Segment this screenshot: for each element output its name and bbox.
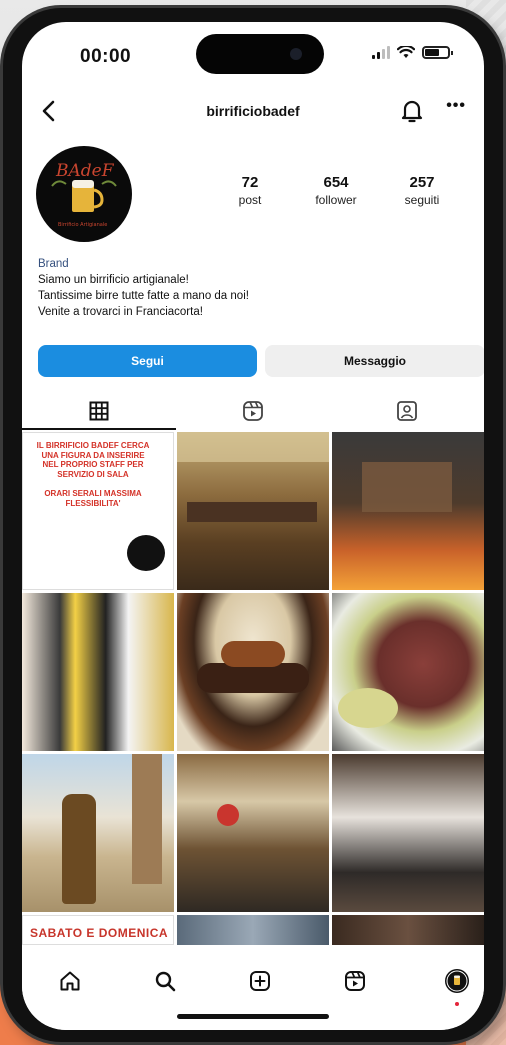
post-tile[interactable] <box>177 915 329 945</box>
profile-avatar[interactable]: BAdeF Birrificio Artigianale <box>36 146 132 242</box>
stat-following-value: 257 <box>409 174 435 191</box>
bio-line: Siamo un birrificio artigianale! <box>38 274 189 286</box>
signal-icon <box>372 46 390 59</box>
profile-bio: Brand Siamo un birrificio artigianale! T… <box>38 256 249 320</box>
profile-category: Brand <box>38 258 69 270</box>
dynamic-island <box>196 34 324 74</box>
post-text: IL BIRRIFICIO BADEF CERCA UNA FIGURA DA … <box>36 441 150 479</box>
stat-following[interactable]: 257 seguiti <box>379 174 465 207</box>
badef-logo: BAdeF Birrificio Artigianale <box>51 161 117 228</box>
tab-posts-grid[interactable] <box>22 392 176 430</box>
stat-posts-value: 72 <box>241 174 259 191</box>
nav-home[interactable] <box>55 966 85 996</box>
battery-icon <box>422 46 453 59</box>
notification-bell-icon[interactable] <box>398 96 426 126</box>
svg-text:Birrificio Artigianale: Birrificio Artigianale <box>58 222 107 228</box>
post-tile[interactable] <box>22 593 174 751</box>
post-tile[interactable] <box>177 432 329 590</box>
tagged-icon <box>397 401 417 421</box>
post-tile[interactable] <box>332 754 484 912</box>
svg-text:BAdeF: BAdeF <box>55 161 115 181</box>
stat-posts-label: post <box>238 193 262 207</box>
phone-frame: 00:00 birrificiobadef ••• BAdeF Birrific… <box>3 8 503 1042</box>
post-text-2: ORARI SERALI MASSIMA FLESSIBILITA' <box>44 489 142 508</box>
grid-icon <box>89 401 109 421</box>
nav-create[interactable] <box>245 966 275 996</box>
follow-button[interactable]: Segui <box>38 345 257 377</box>
search-icon <box>155 971 176 992</box>
post-tile[interactable] <box>332 432 484 590</box>
nav-profile[interactable] <box>442 966 472 996</box>
tab-tagged[interactable] <box>330 392 484 430</box>
profile-tabs <box>22 392 484 430</box>
post-tile[interactable] <box>332 593 484 751</box>
bio-line: Venite a trovarci in Franciacorta! <box>38 306 203 318</box>
status-icons <box>372 46 453 59</box>
wifi-icon <box>397 46 415 58</box>
profile-stats: 72 post 654 follower 257 seguiti <box>207 174 465 207</box>
post-tile[interactable] <box>177 593 329 751</box>
create-icon <box>250 971 270 991</box>
stat-followers-label: follower <box>315 193 357 207</box>
post-text: SABATO E DOMENICA <box>29 926 169 940</box>
post-tile[interactable] <box>177 754 329 912</box>
post-tile[interactable]: IL BIRRIFICIO BADEF CERCA UNA FIGURA DA … <box>22 432 174 590</box>
status-time: 00:00 <box>80 46 132 67</box>
reels-icon <box>345 971 365 991</box>
post-tile[interactable]: SABATO E DOMENICA <box>22 915 174 945</box>
reels-icon <box>243 401 263 421</box>
stat-following-label: seguiti <box>404 193 440 207</box>
tab-reels[interactable] <box>176 392 330 430</box>
profile-icon <box>445 969 469 993</box>
bio-line: Tantissime birre tutte fatte a mano da n… <box>38 290 249 302</box>
notification-dot <box>455 1002 459 1006</box>
nav-search[interactable] <box>150 966 180 996</box>
phone-screen: 00:00 birrificiobadef ••• BAdeF Birrific… <box>22 22 484 1030</box>
stat-posts[interactable]: 72 post <box>207 174 293 207</box>
post-logo <box>127 535 165 571</box>
stat-followers-value: 654 <box>323 174 349 191</box>
post-tile[interactable] <box>22 754 174 912</box>
message-button[interactable]: Messaggio <box>265 345 484 377</box>
home-indicator[interactable] <box>177 1014 329 1019</box>
profile-header: birrificiobadef ••• <box>22 94 484 130</box>
post-tile[interactable] <box>332 915 484 945</box>
nav-reels[interactable] <box>340 966 370 996</box>
home-icon <box>60 971 80 991</box>
stat-followers[interactable]: 654 follower <box>293 174 379 207</box>
more-options-icon[interactable]: ••• <box>446 97 466 115</box>
